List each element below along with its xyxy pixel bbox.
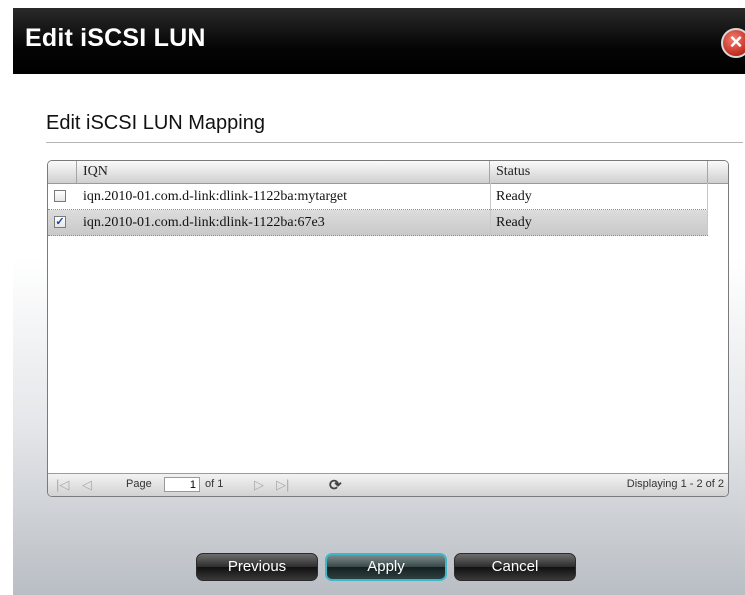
dialog-title: Edit iSCSI LUN [25,24,206,52]
row-checkbox[interactable] [54,190,66,202]
refresh-icon[interactable]: ⟳ [329,476,342,494]
dialog-titlebar: Edit iSCSI LUN × [13,8,745,74]
column-header-iqn[interactable]: IQN [77,161,490,183]
next-page-icon[interactable]: ▷ [254,477,264,493]
first-page-icon[interactable]: |◁ [56,477,69,493]
iqn-cell: iqn.2010-01.com.d-link:dlink-1122ba:myta… [83,189,348,204]
pagination-info: Displaying 1 - 2 of 2 [626,478,724,490]
table-header: IQN Status [48,161,728,184]
lun-mapping-table: IQN Status iqn.2010-01.com.d-link:dlink-… [47,160,729,497]
close-icon[interactable]: × [721,28,745,58]
prev-page-icon[interactable]: ◁ [82,477,92,493]
column-divider [707,183,708,234]
select-column-header [48,161,77,183]
status-cell: Ready [496,215,532,230]
section-divider [46,142,743,143]
page-count-label: of 1 [205,478,224,490]
section-title: Edit iSCSI LUN Mapping [46,112,265,134]
column-divider [490,183,491,234]
cancel-button[interactable]: Cancel [454,553,576,581]
column-header-status[interactable]: Status [490,161,708,183]
apply-button[interactable]: Apply [325,553,447,581]
page-number-input[interactable] [164,477,200,492]
edit-iscsi-lun-dialog: Edit iSCSI LUN × Edit iSCSI LUN Mapping … [13,8,745,595]
status-cell: Ready [496,189,532,204]
row-checkbox-checked[interactable]: ✓ [54,216,66,228]
table-row[interactable]: iqn.2010-01.com.d-link:dlink-1122ba:myta… [48,184,708,210]
pagination-toolbar: |◁ ◁ Page of 1 ▷ ▷| ⟳ Displaying 1 - 2 o… [48,473,728,496]
table-row-selected[interactable]: ✓ iqn.2010-01.com.d-link:dlink-1122ba:67… [48,210,708,236]
iqn-cell: iqn.2010-01.com.d-link:dlink-1122ba:67e3 [83,215,325,230]
previous-button[interactable]: Previous [196,553,318,581]
last-page-icon[interactable]: ▷| [276,477,289,493]
page-label: Page [126,478,152,490]
